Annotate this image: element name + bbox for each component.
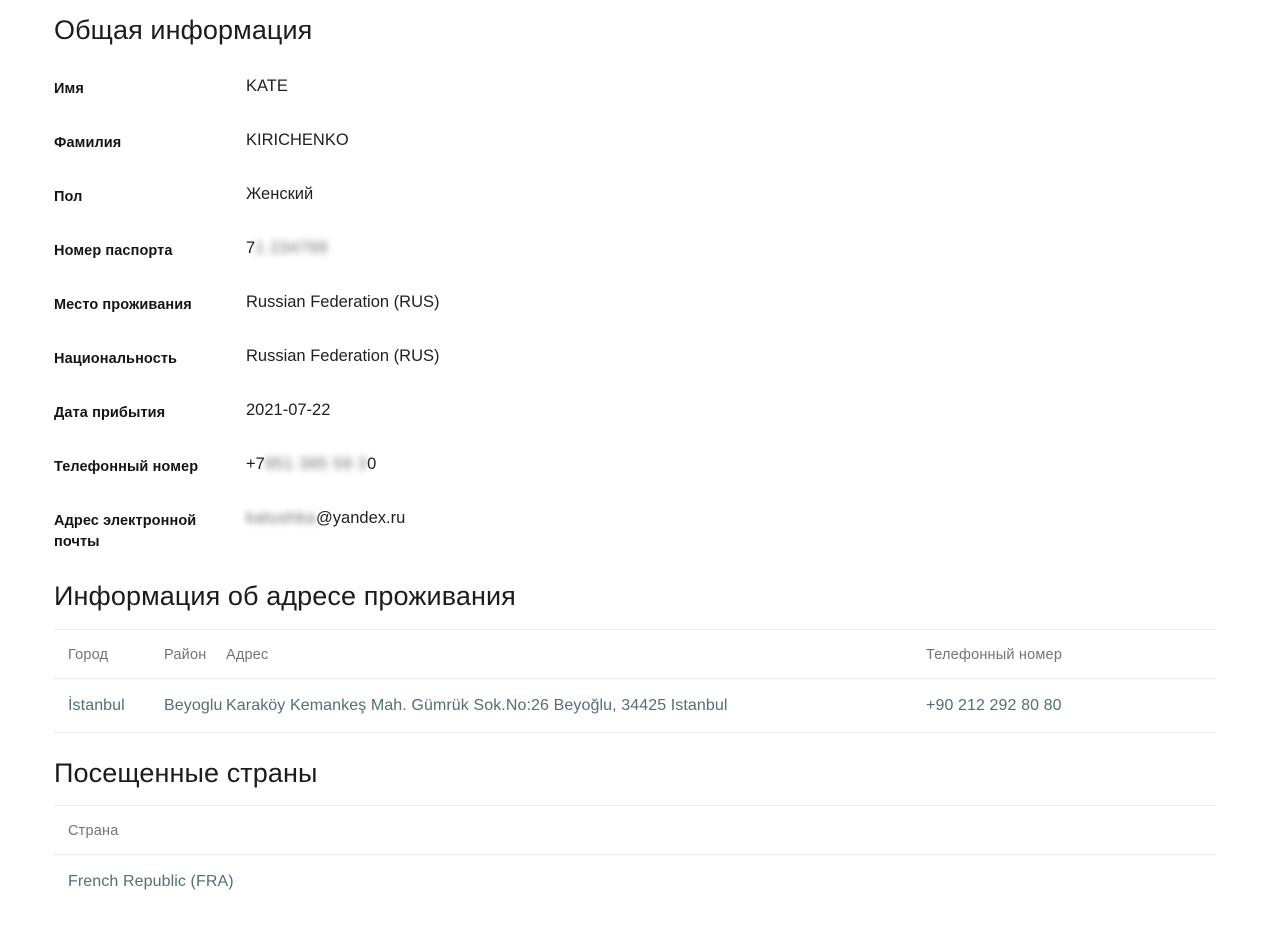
value-text: Russian Federation (RUS) [246,293,440,312]
column-header-district[interactable]: Район [164,628,226,679]
info-row: Имя KATE [54,76,1216,130]
general-info-section: Общая информация Имя KATE Фамилия KIRICHENK… [54,0,1216,562]
column-header-phone[interactable]: Телефонный номер [926,628,1216,679]
column-header-address[interactable]: Адрес [226,628,926,679]
countries-table: Страна French Republic (FRA) [54,805,1216,908]
info-value: KATE [246,76,288,97]
table-row[interactable]: İstanbul Beyoglu Karaköy Kemankeş Mah. Güm… [54,678,1216,733]
info-value: KIRICHENKO [246,130,349,151]
cell-phone: +90 212 292 80 80 [926,678,1216,733]
table-header-row: Страна [54,805,1216,856]
info-value: +7 951 385 59 30 [246,454,376,475]
cell-city: İstanbul [54,678,164,733]
info-value: katushka @yandex.ru [246,508,405,529]
value-visible-prefix: 7 [246,239,256,258]
info-row: Адрес электронной почты katushka @yandex.r… [54,508,1216,562]
address-table-head: Город Район Адрес Телефонный номер [54,628,1216,679]
value-text: KIRICHENKO [246,131,349,150]
info-value: 71 234799 [246,238,328,259]
column-header-country[interactable]: Страна [54,805,1216,856]
info-value: 2021-07-22 [246,400,330,421]
countries-table-head: Страна [54,805,1216,856]
info-label: Имя [54,81,84,98]
info-label: Пол [54,189,83,206]
info-label: Фамилия [54,135,122,152]
info-value: Женский [246,184,313,205]
general-info-list: Имя KATE Фамилия KIRICHENKO Пол Женский Номер … [54,76,1216,562]
cell-district: Beyoglu [164,678,226,733]
value-text: 2021-07-22 [246,401,331,420]
cell-country: French Republic (FRA) [68,873,234,891]
table-row[interactable]: French Republic (FRA) [54,855,1216,909]
info-row: Фамилия KIRICHENKO [54,130,1216,184]
info-row: Место проживания Russian Federation (RUS) [54,292,1216,346]
redacted-value: 1 234799 [255,239,329,258]
value-text: Женский [246,185,314,204]
column-header-city[interactable]: Город [54,628,164,679]
visited-countries-section: Посещенные страны Страна French Republic… [54,733,1216,908]
page-title: Общая информация [54,15,313,45]
redacted-value: 951 385 59 3 [264,455,368,474]
info-value: Russian Federation (RUS) [246,346,440,367]
value-visible-prefix: +7 [246,455,265,474]
countries-table-body: French Republic (FRA) [54,855,1216,909]
redacted-value: katushka [246,509,317,528]
table-header-row: Город Район Адрес Телефонный номер [54,628,1216,679]
cell-address: Karaköy Kemankeş Mah. Gümrük Sok.No:26 B… [226,678,926,733]
address-table-body: İstanbul Beyoglu Karaköy Kemankeş Mah. Güm… [54,678,1216,733]
value-visible-suffix: @yandex.ru [316,509,406,528]
info-label: Телефонный номер [54,459,199,476]
info-row: Дата прибытия 2021-07-22 [54,400,1216,454]
info-row: Телефонный номер +7 951 385 59 30 [54,454,1216,508]
countries-section-title: Посещенные страны [54,757,318,788]
address-section-title: Информация об адресе проживания [54,581,516,612]
value-text: KATE [246,77,288,96]
value-visible-suffix: 0 [367,455,377,474]
info-label: Национальность [54,351,178,368]
info-row: Номер паспорта 7 1 234799 [54,238,1216,292]
value-text: Russian Federation (RUS) [246,347,440,366]
info-row: Национальность Russian Federation (RUS) [54,346,1216,400]
address-table: Город Район Адрес Телефонный номер İstan… [54,628,1216,733]
address-info-section: Информация об адресе проживания Город Ра… [54,562,1216,733]
info-label: Номер паспорта [54,243,173,260]
info-label: Дата прибытия [54,405,166,422]
info-row: Пол Женский [54,184,1216,238]
info-label: Адрес электронной почты [54,513,197,551]
info-label: Место проживания [54,297,192,314]
info-value: Russian Federation (RUS) [246,292,440,313]
profile-page: Общая информация Имя KATE Фамилия KIRICHENK… [0,0,1270,908]
